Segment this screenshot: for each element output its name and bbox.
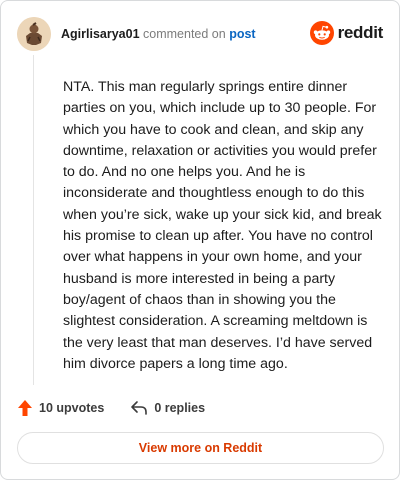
post-link[interactable]: post — [229, 27, 255, 41]
comment-actions: 10 upvotes 0 replies — [17, 397, 205, 419]
reddit-brand[interactable]: reddit — [309, 21, 384, 45]
reddit-logo-icon — [309, 21, 334, 45]
embedded-comment-card: Agirlisarya01 commented on post reddit N… — [0, 0, 400, 480]
view-more-button[interactable]: View more on Reddit — [17, 432, 384, 464]
reply-icon — [131, 401, 148, 415]
byline-action-text: commented on — [143, 27, 226, 41]
upvote-button[interactable]: 10 upvotes — [17, 399, 104, 417]
comment-body: NTA. This man regularly springs entire d… — [63, 79, 382, 372]
avatar-image — [17, 17, 51, 51]
avatar[interactable] — [17, 17, 51, 51]
reply-count: 0 replies — [154, 401, 206, 415]
reddit-wordmark: reddit — [337, 23, 384, 42]
byline: Agirlisarya01 commented on post — [61, 26, 256, 42]
upvote-count: 10 upvotes — [39, 401, 105, 415]
comment-header: Agirlisarya01 commented on post reddit — [17, 17, 383, 51]
upvote-arrow-icon — [18, 400, 32, 416]
username-link[interactable]: Agirlisarya01 — [61, 27, 140, 41]
reply-button[interactable]: 0 replies — [130, 400, 205, 416]
thread-line — [33, 55, 34, 385]
